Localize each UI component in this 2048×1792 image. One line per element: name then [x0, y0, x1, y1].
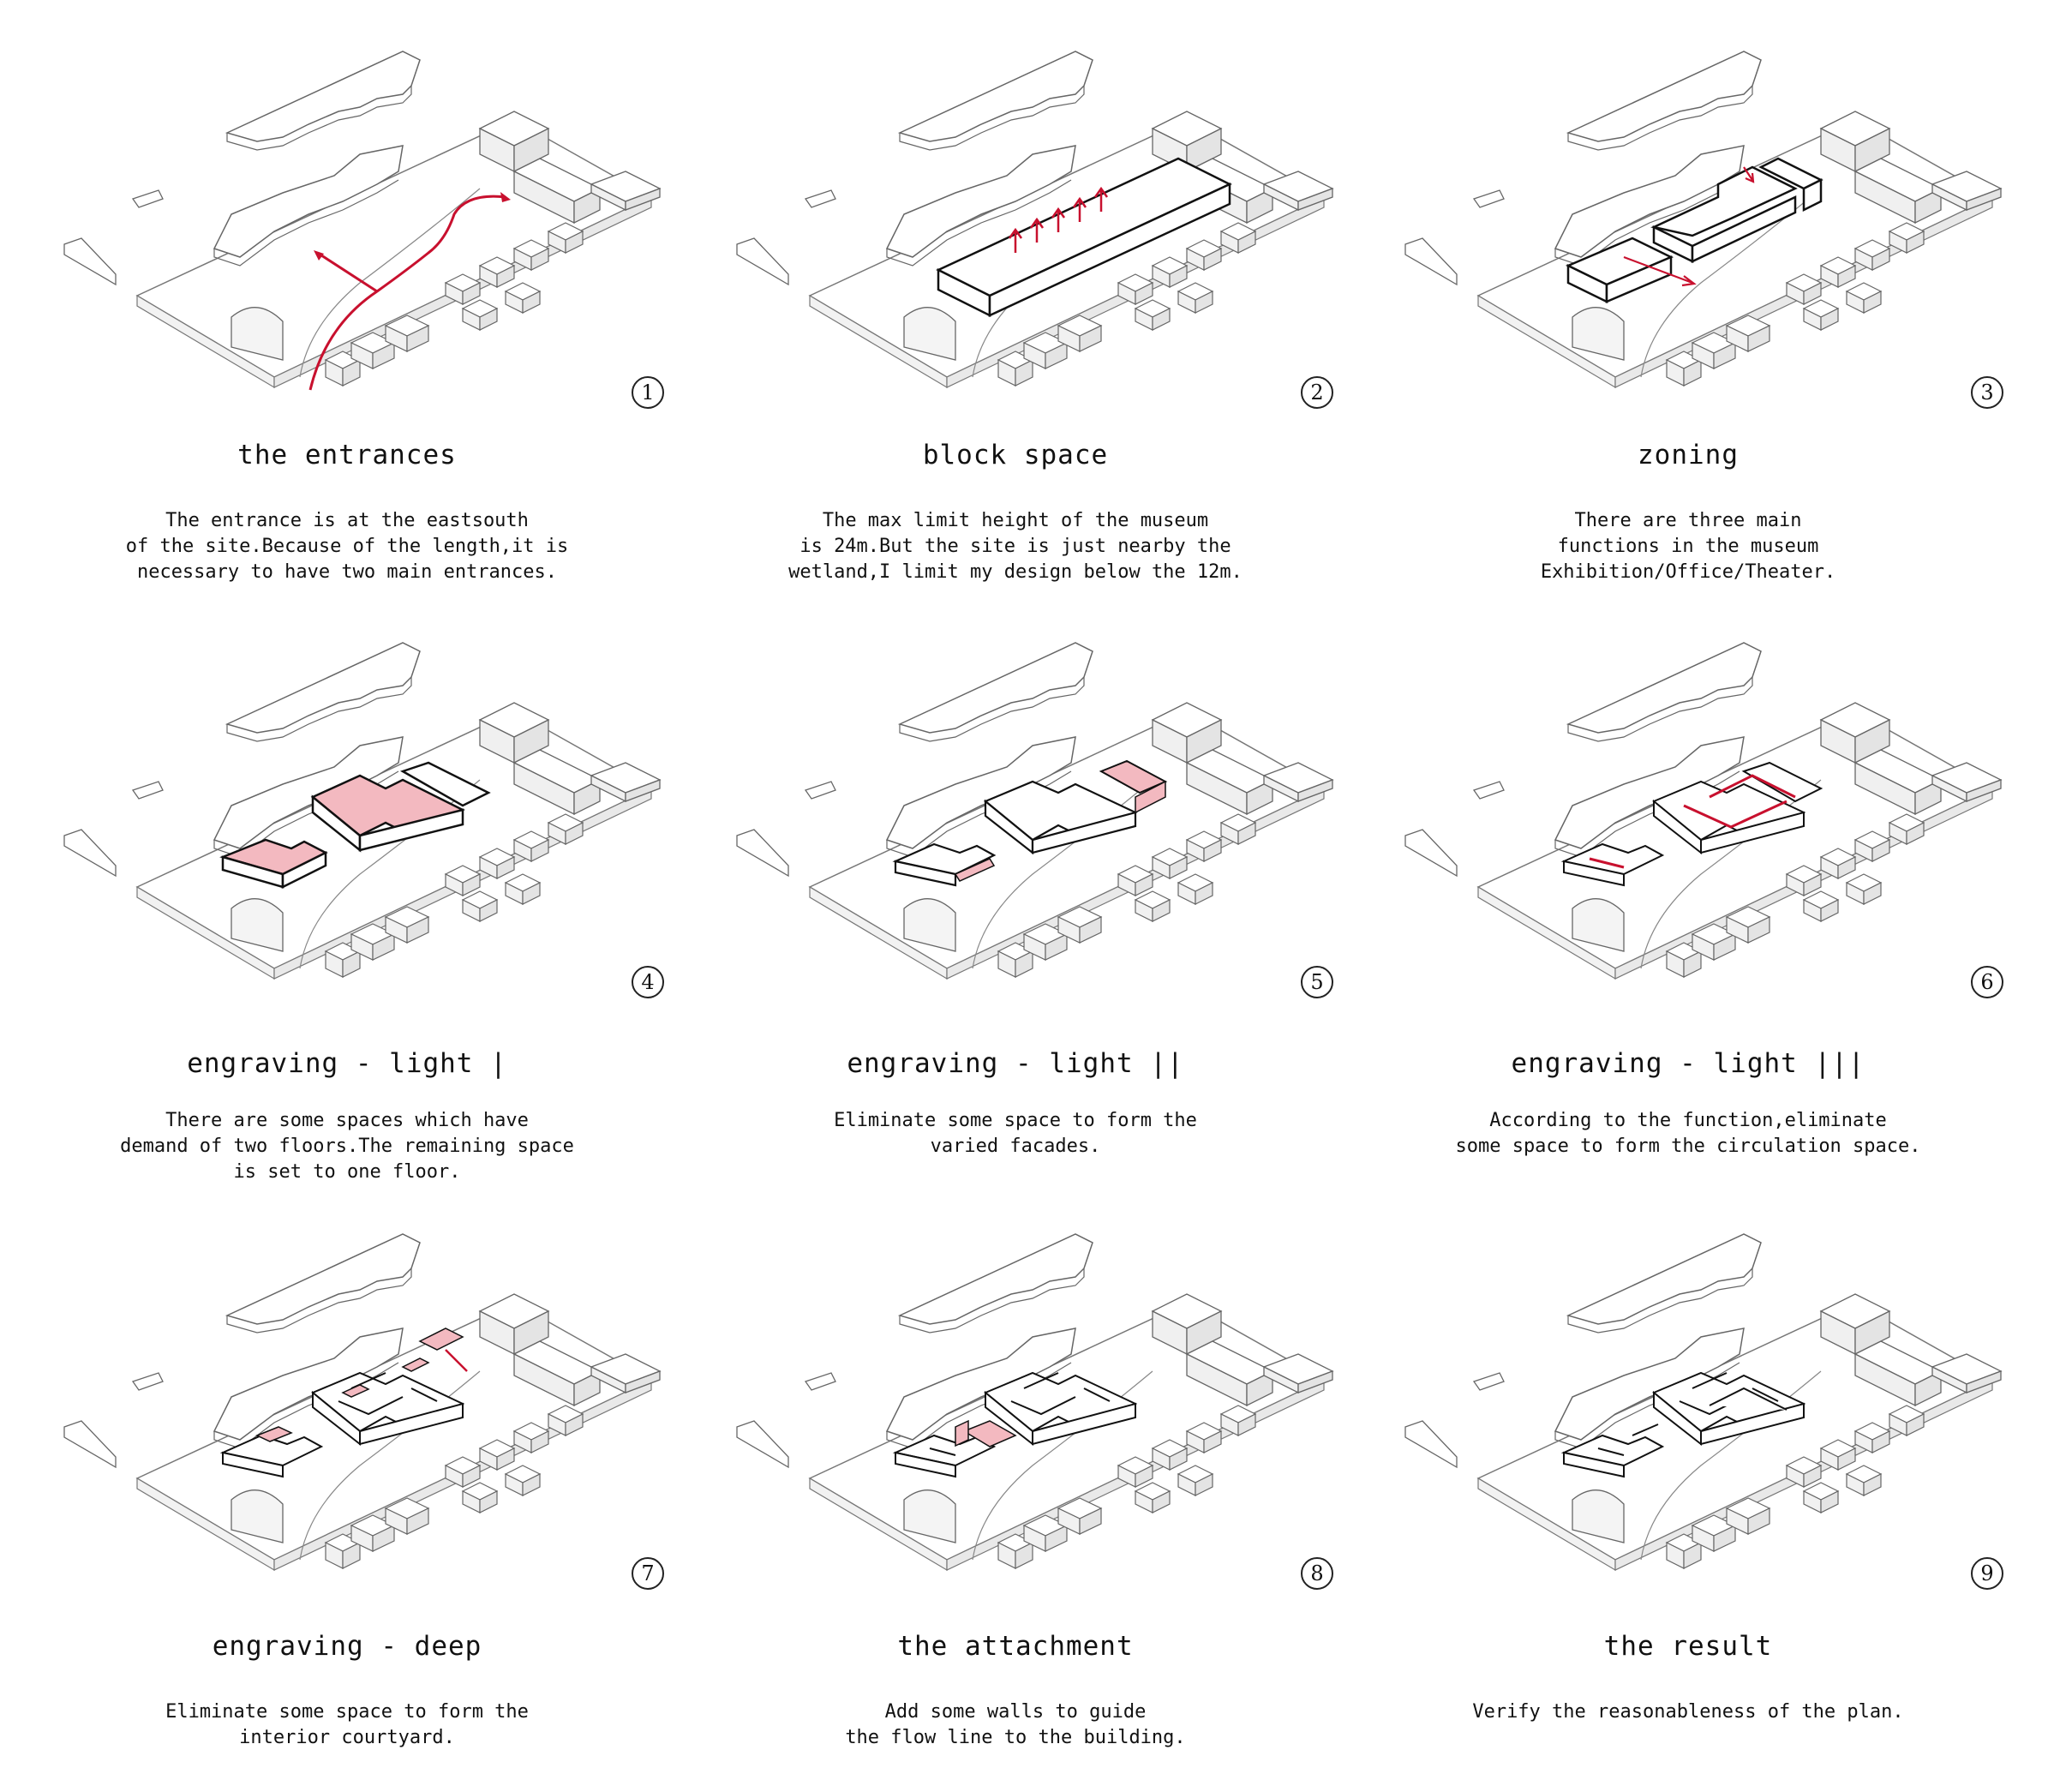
- step-panel-7: 7 engraving - deep Eliminate some space …: [0, 1183, 668, 1774]
- step-panel-8: 8 the attachment Add some walls to guide…: [673, 1183, 1341, 1774]
- axonometric-diagram: [736, 642, 1333, 980]
- step-number-badge: 9: [1971, 1557, 2003, 1590]
- step-panel-6: 6 engraving - light ||| According to the…: [1341, 591, 2009, 1183]
- step-description: Add some walls to guide the flow line to…: [845, 1701, 1186, 1748]
- step-description: Verify the reasonableness of the plan.: [1472, 1701, 1904, 1723]
- step-title: the result: [1603, 1631, 1773, 1662]
- step-title: the entrances: [237, 440, 457, 470]
- axonometric-diagram: [63, 642, 661, 980]
- step-number-badge: 7: [632, 1557, 664, 1590]
- axonometric-diagram: [63, 51, 661, 392]
- step-number-badge: 4: [632, 966, 664, 998]
- step-panel-3: 3 zoning There are three main functions …: [1341, 0, 2009, 591]
- step-panel-2: 2 block space The max limit height of th…: [673, 0, 1341, 591]
- step-panel-5: 5 engraving - light || Eliminate some sp…: [673, 591, 1341, 1183]
- step-panel-9: 9 the result Verify the reasonableness o…: [1341, 1183, 2009, 1774]
- axonometric-diagram: [736, 1233, 1333, 1571]
- step-number-badge: 2: [1301, 376, 1333, 409]
- axonometric-diagram: [63, 1183, 661, 1571]
- step-description: There are three main functions in the mu…: [1540, 510, 1836, 583]
- step-title: engraving - light ||: [847, 1048, 1184, 1079]
- step-description: There are some spaces which have demand …: [120, 1110, 574, 1183]
- axonometric-diagram: [1404, 1233, 2002, 1571]
- step-number-badge: 6: [1971, 966, 2003, 998]
- step-title: engraving - light |: [187, 1048, 507, 1079]
- step-number-badge: 1: [632, 376, 664, 409]
- step-description: Eliminate some space to form the interio…: [165, 1701, 529, 1748]
- step-title: the attachment: [897, 1631, 1134, 1662]
- step-description: Eliminate some space to form the varied …: [834, 1110, 1197, 1157]
- axonometric-diagram: [736, 51, 1333, 388]
- step-description: The entrance is at the eastsouth of the …: [125, 510, 569, 583]
- step-number-badge: 8: [1301, 1557, 1333, 1590]
- step-title: zoning: [1638, 440, 1739, 470]
- step-title: engraving - deep: [212, 1631, 482, 1662]
- step-panel-4: 4 engraving - light | There are some spa…: [0, 591, 668, 1183]
- step-description: According to the function,eliminate some…: [1455, 1110, 1921, 1157]
- step-number-badge: 3: [1971, 376, 2003, 409]
- step-panel-1: 1 the entrances The entrance is at the e…: [0, 0, 668, 591]
- step-description: The max limit height of the museum is 24…: [788, 510, 1243, 583]
- step-title: block space: [922, 440, 1109, 470]
- axonometric-diagram: [1404, 51, 2002, 388]
- axonometric-diagram: [1404, 642, 2002, 980]
- step-number-badge: 5: [1301, 966, 1333, 998]
- step-title: engraving - light |||: [1511, 1048, 1865, 1079]
